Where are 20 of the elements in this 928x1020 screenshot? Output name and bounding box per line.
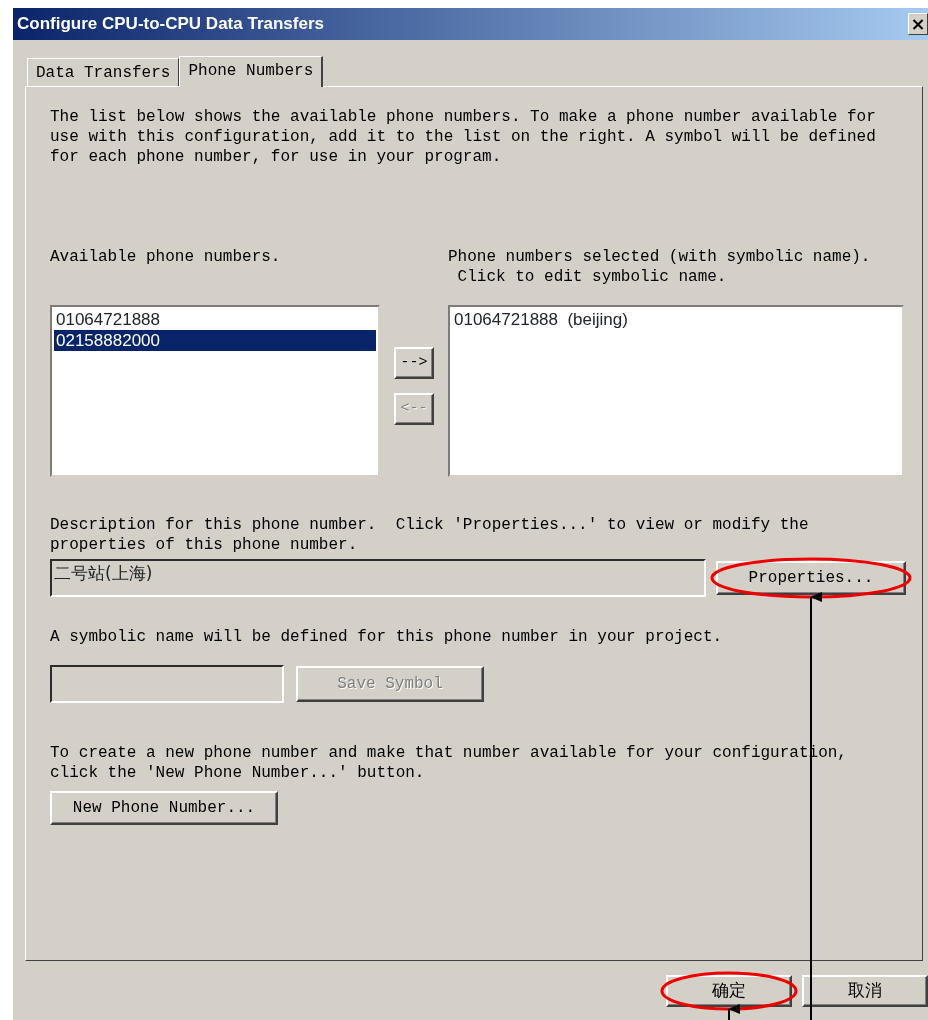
symbol-input[interactable] bbox=[50, 665, 284, 703]
list-item[interactable]: 02158882000 bbox=[54, 330, 376, 351]
list-label: Phone numbers selected (with symbolic name). Click to edit symbolic name. bbox=[448, 247, 872, 288]
symbol-label: A symbolic name will be defined for this phone number in your project. bbox=[50, 627, 724, 647]
list-label: Available phone numbers. bbox=[50, 247, 282, 268]
intro-text: The list below shows the available phone numbers. To make a phone number available for use with this configuration, add it to the list on the right. A symbol will be defined for each phone number, for use in your program. bbox=[50, 107, 876, 167]
window-title: Configure CPU-to-CPU Data Transfers bbox=[17, 13, 324, 36]
description-field[interactable]: 二号站(上海) bbox=[50, 559, 706, 597]
tab[interactable]: Phone Numbers bbox=[179, 56, 324, 87]
tab[interactable]: Data Transfers bbox=[27, 58, 180, 86]
cancel-button[interactable]: 取消 bbox=[802, 975, 928, 1007]
close-button[interactable]: × bbox=[908, 13, 928, 35]
list-item[interactable]: 01064721888 (beijing) bbox=[452, 309, 900, 330]
move-button[interactable]: --> bbox=[394, 347, 434, 379]
properties-button[interactable]: Properties... bbox=[716, 561, 906, 595]
ok-button[interactable]: 确定 bbox=[666, 975, 792, 1007]
description-label: Description for this phone number. Click 'Properties...' to view or modify the properties of this phone number. bbox=[50, 515, 810, 555]
list-item[interactable]: 01064721888 bbox=[54, 309, 376, 330]
pointer-arrow bbox=[728, 1004, 740, 1020]
new-phone-number-button[interactable]: New Phone Number... bbox=[50, 791, 278, 825]
